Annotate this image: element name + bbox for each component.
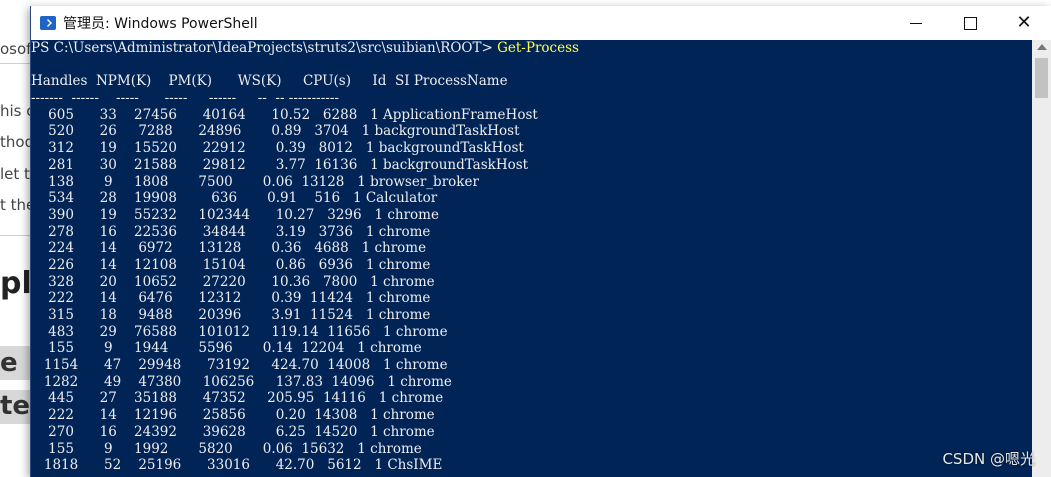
table-row: 224 14 6972 13128 0.36 4688 1 chrome <box>31 240 427 257</box>
bg-text-fragment: let t <box>0 165 30 183</box>
minimize-button[interactable] <box>889 6 943 40</box>
maximize-button[interactable] <box>943 6 997 40</box>
table-row: 1282 49 47380 106256 137.83 14096 1 chro… <box>31 373 452 390</box>
table-row: 534 28 19908 636 0.91 516 1 Calculator <box>31 190 438 207</box>
table-row: 281 30 21588 29812 3.77 16136 1 backgrou… <box>31 156 529 173</box>
table-row: 222 14 6476 12312 0.39 11424 1 chrome <box>31 290 431 307</box>
console-output[interactable]: PS C:\Users\Administrator\IdeaProjects\s… <box>31 40 1033 477</box>
maximize-icon <box>963 16 977 30</box>
minimize-icon <box>910 22 922 24</box>
table-row: 155 9 1944 5596 0.14 12204 1 chrome <box>31 340 422 357</box>
table-row: 155 9 1992 5820 0.06 15632 1 chrome <box>31 440 422 457</box>
table-row: 328 20 10652 27220 10.36 7800 1 chrome <box>31 273 435 290</box>
bg-divider <box>0 63 32 64</box>
vertical-scrollbar[interactable] <box>1032 40 1051 477</box>
prompt-line: PS C:\Users\Administrator\IdeaProjects\s… <box>31 40 1033 57</box>
table-row: 1818 52 25196 33016 42.70 5612 1 ChsIME <box>31 457 443 474</box>
table-row: 222 14 12196 25856 0.20 14308 1 chrome <box>31 407 435 424</box>
window-title: 管理员: Windows PowerShell <box>63 16 258 32</box>
watermark: CSDN @嗯光 <box>942 450 1035 468</box>
table-separator: ------- ------ ----- ----- ------ -- -- … <box>31 90 339 107</box>
table-row: 270 16 24392 39628 6.25 14520 1 chrome <box>31 423 435 440</box>
close-button[interactable]: ✕ <box>997 6 1051 40</box>
table-row: 520 26 7288 24896 0.89 3704 1 background… <box>31 123 520 140</box>
table-row: 1154 47 29948 73192 424.70 14008 1 chrom… <box>31 357 448 374</box>
scroll-thumb[interactable] <box>1035 58 1048 98</box>
powershell-icon <box>40 16 56 30</box>
table-row: 483 29 76588 101012 119.14 11656 1 chrom… <box>31 323 448 340</box>
window-controls: ✕ <box>889 6 1051 40</box>
bg-text-fragment: thod <box>0 133 35 151</box>
table-row: 315 18 9488 20396 3.91 11524 1 chrome <box>31 307 431 323</box>
command-text: Get-Process <box>497 40 579 56</box>
scroll-up-icon[interactable] <box>1037 44 1047 50</box>
close-icon: ✕ <box>1016 12 1032 33</box>
table-row: 605 33 27456 40164 10.52 6288 1 Applicat… <box>31 106 538 123</box>
bg-divider <box>0 235 32 236</box>
bg-text-fragment: osof <box>0 40 32 58</box>
title-bar[interactable]: 管理员: Windows PowerShell ✕ <box>31 6 1051 40</box>
bg-band-text: e <box>0 348 18 378</box>
powershell-window[interactable]: 管理员: Windows PowerShell ✕ PS C:\Users\Ad… <box>30 6 1051 477</box>
table-row: 390 19 55232 102344 10.27 3296 1 chrome <box>31 206 439 223</box>
prompt-path: PS C:\Users\Administrator\IdeaProjects\s… <box>31 40 498 56</box>
table-row: 312 19 15520 22912 0.39 8012 1 backgroun… <box>31 140 524 157</box>
table-header: Handles NPM(K) PM(K) WS(K) CPU(s) Id SI … <box>31 73 508 90</box>
table-row: 226 14 12108 15104 0.86 6936 1 chrome <box>31 256 431 273</box>
table-row: 445 27 35188 47352 205.95 14116 1 chrome <box>31 390 444 407</box>
table-row: 278 16 22536 34844 3.19 3736 1 chrome <box>31 223 431 240</box>
process-table: 605 33 27456 40164 10.52 6288 1 Applicat… <box>31 107 1033 474</box>
table-row: 138 9 1808 7500 0.06 13128 1 browser_bro… <box>31 173 479 190</box>
